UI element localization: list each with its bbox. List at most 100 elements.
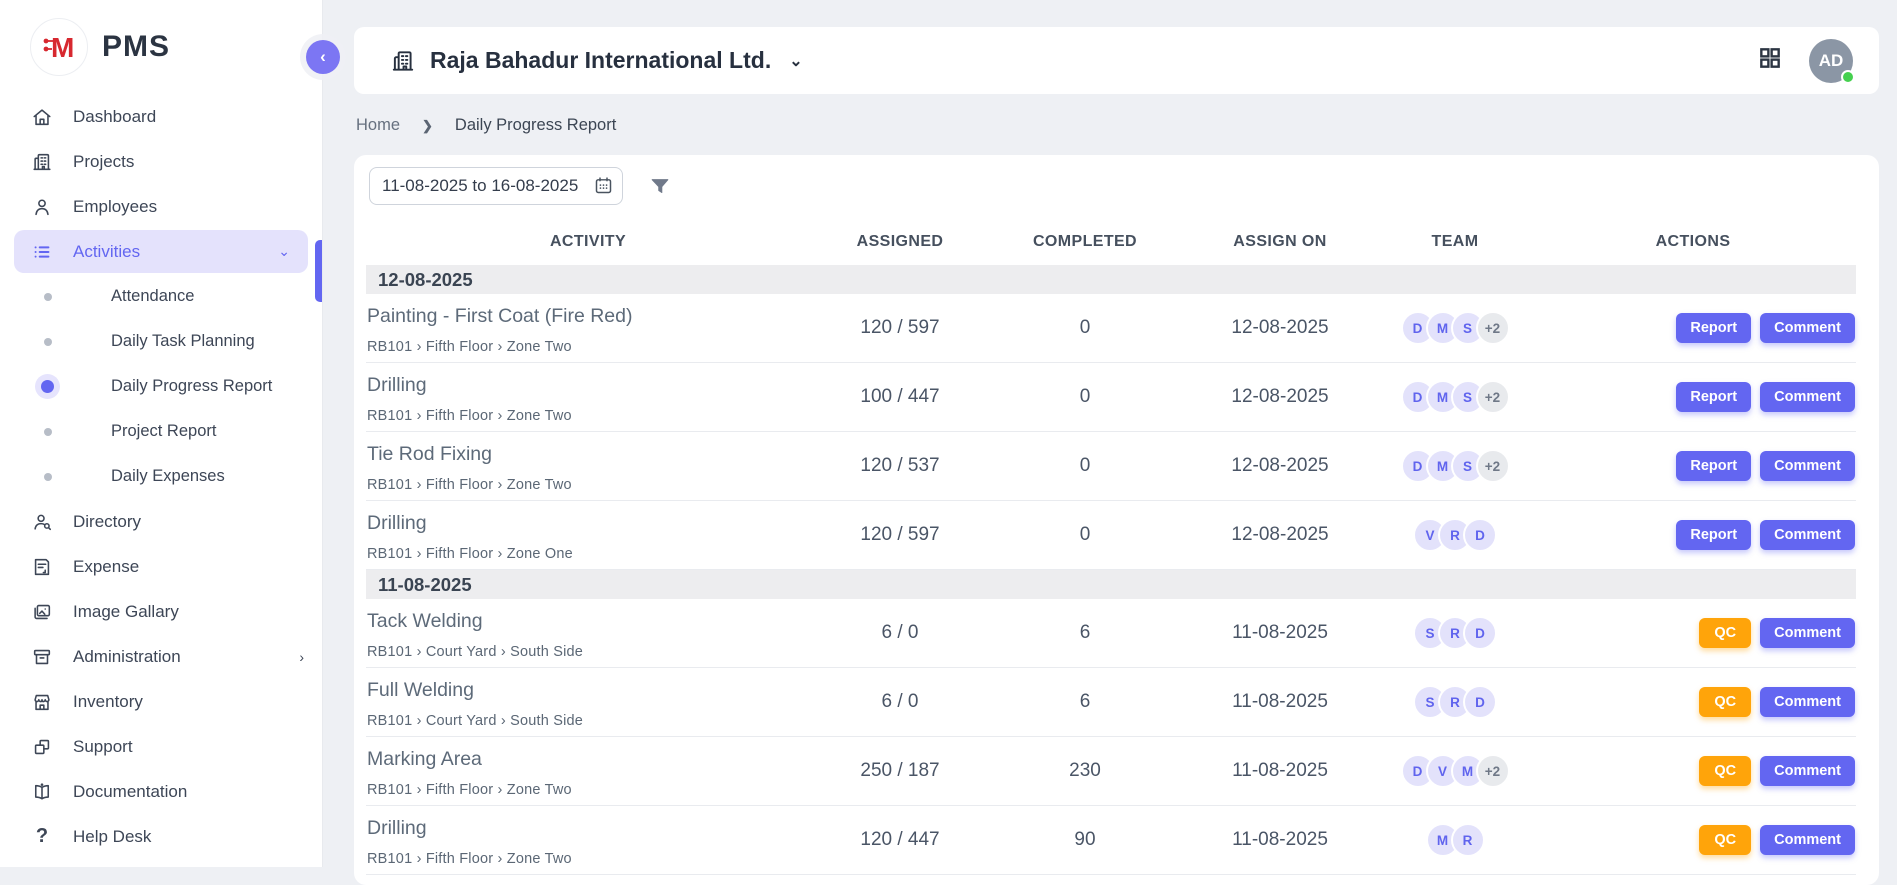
sidebar-item-administration[interactable]: Administration › [0,634,322,679]
apps-grid-button[interactable] [1757,45,1783,76]
sidebar-item-support[interactable]: Support [0,724,322,769]
column-header-completed: COMPLETED [990,233,1180,251]
sidebar-item-label: Administration [73,647,181,667]
chevron-right-icon: › [299,649,304,665]
progress-table: ACTIVITY ASSIGNED COMPLETED ASSIGN ON TE… [366,219,1856,875]
assign-on-date: 11-08-2025 [1180,760,1380,782]
sidebar-collapse-button[interactable]: ‹ [306,40,340,74]
sidebar-item-label: Inventory [73,692,143,712]
active-nav-indicator [315,240,322,302]
activity-cell: Full Welding RB101 › Court Yard › South … [366,668,810,736]
activity-location-path: RB101 › Court Yard › South Side [367,713,810,729]
date-group-header: 12-08-2025 [366,265,1856,294]
sidebar-item-help-desk[interactable]: ? Help Desk [0,814,322,859]
sidebar-subitem-daily-progress-report[interactable]: Daily Progress Report [0,364,322,409]
daily-progress-report-panel: ACTIVITY ASSIGNED COMPLETED ASSIGN ON TE… [354,155,1879,885]
comment-button[interactable]: Comment [1760,756,1855,786]
team-avatar-overflow[interactable]: +2 [1476,380,1510,414]
sidebar-item-image-gallary[interactable]: Image Gallary [0,589,322,634]
chevron-right-icon: ❯ [422,118,433,134]
comment-button[interactable]: Comment [1760,313,1855,343]
team-avatar[interactable]: D [1463,685,1497,719]
report-button[interactable]: Report [1676,313,1751,343]
sidebar-item-documentation[interactable]: Documentation [0,769,322,814]
assigned-value: 6 / 0 [810,691,990,713]
comment-button[interactable]: Comment [1760,687,1855,717]
breadcrumb: Home ❯ Daily Progress Report [356,116,616,135]
actions-cell: QC Comment [1530,825,1856,855]
comment-button[interactable]: Comment [1760,382,1855,412]
sidebar-item-employees[interactable]: Employees [0,184,322,229]
team-avatar[interactable]: R [1451,823,1485,857]
sidebar-item-label: Documentation [73,782,187,802]
sidebar-item-label: Support [73,737,133,757]
company-selector[interactable]: Raja Bahadur International Ltd. ⌄ [390,47,803,74]
sidebar-subitem-label: Daily Task Planning [111,332,255,351]
table-row: Full Welding RB101 › Court Yard › South … [366,668,1856,737]
team-avatar[interactable]: D [1463,518,1497,552]
sidebar-item-projects[interactable]: Projects [0,139,322,184]
sidebar-item-directory[interactable]: Directory [0,499,322,544]
sidebar-item-label: Directory [73,512,141,532]
report-button[interactable]: Report [1676,520,1751,550]
activity-cell: Tie Rod Fixing RB101 › Fifth Floor › Zon… [366,432,810,500]
comment-button[interactable]: Comment [1760,451,1855,481]
team-avatar-overflow[interactable]: +2 [1476,311,1510,345]
date-range-input[interactable] [369,167,623,205]
completed-value: 0 [990,317,1180,339]
sidebar-item-inventory[interactable]: Inventory [0,679,322,724]
sidebar-subitem-attendance[interactable]: Attendance [0,274,322,319]
sidebar-subitem-daily-task-planning[interactable]: Daily Task Planning [0,319,322,364]
sidebar-subitem-label: Daily Progress Report [111,377,272,396]
team-avatars: S R D [1380,685,1530,719]
calendar-icon[interactable] [593,175,614,201]
user-avatar[interactable]: AD [1809,39,1853,83]
sidebar-item-dashboard[interactable]: Dashboard [0,94,322,139]
activity-name: Marking Area [367,748,810,771]
team-avatar[interactable]: D [1463,616,1497,650]
sidebar-item-expense[interactable]: Expense [0,544,322,589]
qc-button[interactable]: QC [1699,618,1751,648]
report-button[interactable]: Report [1676,451,1751,481]
qc-button[interactable]: QC [1699,756,1751,786]
filter-funnel-button[interactable] [649,175,671,197]
activity-cell: Tack Welding RB101 › Court Yard › South … [366,599,810,667]
sidebar-subitem-daily-expenses[interactable]: Daily Expenses [0,454,322,499]
qc-button[interactable]: QC [1699,687,1751,717]
app-name: PMS [102,30,170,64]
team-avatars: D M S +2 [1380,311,1530,345]
team-avatars: D M S +2 [1380,449,1530,483]
assigned-value: 100 / 447 [810,386,990,408]
table-row: Drilling RB101 › Fifth Floor › Zone Two … [366,363,1856,432]
team-avatar-overflow[interactable]: +2 [1476,449,1510,483]
table-row: Painting - First Coat (Fire Red) RB101 ›… [366,294,1856,363]
table-row: Tie Rod Fixing RB101 › Fifth Floor › Zon… [366,432,1856,501]
breadcrumb-home[interactable]: Home [356,116,400,135]
activity-cell: Marking Area RB101 › Fifth Floor › Zone … [366,737,810,805]
sidebar-subitem-project-report[interactable]: Project Report [0,409,322,454]
actions-cell: QC Comment [1530,756,1856,786]
open-book-icon [31,781,53,803]
activity-location-path: RB101 › Fifth Floor › Zone Two [367,339,810,355]
archive-box-icon [31,646,53,668]
comment-button[interactable]: Comment [1760,520,1855,550]
comment-button[interactable]: Comment [1760,825,1855,855]
sidebar-item-activities[interactable]: Activities ⌄ [14,230,308,273]
sidebar-item-label: Projects [73,152,134,172]
user-search-icon [31,511,53,533]
team-avatars: D M S +2 [1380,380,1530,414]
question-mark-icon: ? [31,825,53,848]
report-button[interactable]: Report [1676,382,1751,412]
qc-button[interactable]: QC [1699,825,1751,855]
assign-on-date: 12-08-2025 [1180,455,1380,477]
team-avatars: S R D [1380,616,1530,650]
activity-location-path: RB101 › Fifth Floor › Zone One [367,546,810,562]
actions-cell: Report Comment [1530,451,1856,481]
activity-cell: Painting - First Coat (Fire Red) RB101 ›… [366,294,810,362]
date-range-field [369,167,623,205]
team-avatar-overflow[interactable]: +2 [1476,754,1510,788]
comment-button[interactable]: Comment [1760,618,1855,648]
activity-name: Painting - First Coat (Fire Red) [367,305,810,328]
sidebar-item-label: Employees [73,197,157,217]
sidebar-item-label: Dashboard [73,107,156,127]
